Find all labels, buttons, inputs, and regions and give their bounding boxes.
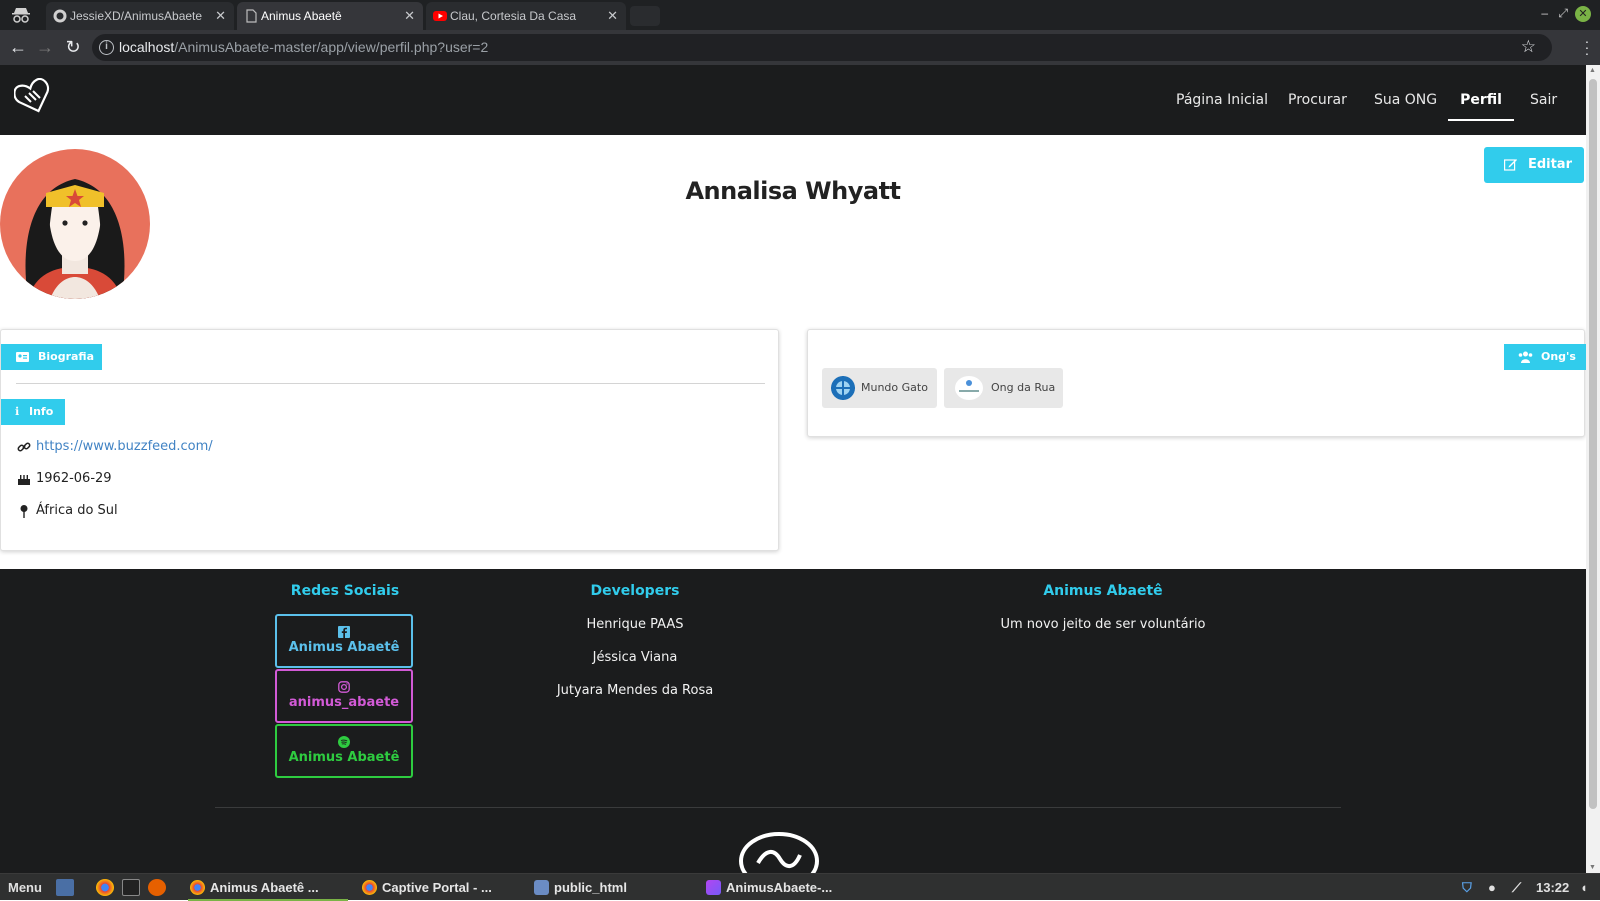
edit-icon — [1504, 159, 1517, 171]
nav-search[interactable]: Procurar — [1288, 65, 1347, 135]
page-viewport: Página Inicial Procurar Sua ONG Perfil S… — [0, 65, 1586, 873]
close-icon[interactable]: ✕ — [404, 2, 415, 30]
scrollbar-thumb[interactable] — [1589, 79, 1597, 809]
window-close-button[interactable]: ✕ — [1575, 6, 1591, 22]
minimize-icon[interactable]: – — [1541, 6, 1548, 20]
birthday-cake-icon — [18, 475, 30, 485]
scroll-down-arrow-icon[interactable]: ▼ — [1589, 864, 1596, 871]
chrome-launcher-icon[interactable] — [96, 879, 114, 896]
folder-icon — [534, 880, 549, 895]
reload-icon[interactable]: ↻ — [62, 36, 84, 58]
nav-logout[interactable]: Sair — [1530, 65, 1557, 135]
taskbar-window[interactable]: Captive Portal - ... — [360, 874, 520, 901]
taskbar-window[interactable]: AnimusAbaete-... — [704, 874, 864, 901]
site-footer: Redes Sociais Animus Abaetê animus_abaet… — [0, 569, 1586, 873]
show-desktop-icon[interactable] — [56, 879, 74, 896]
nav-profile[interactable]: Perfil — [1448, 65, 1514, 121]
page-scrollbar[interactable]: ▲ ▼ — [1586, 65, 1600, 873]
scroll-up-arrow-icon[interactable]: ▲ — [1589, 67, 1596, 74]
id-card-icon — [16, 352, 29, 362]
phpstorm-icon — [706, 880, 721, 895]
website-link[interactable]: https://www.buzzfeed.com/ — [36, 438, 213, 456]
info-ribbon: ℹ Info — [1, 399, 65, 425]
site-navbar: Página Inicial Procurar Sua ONG Perfil S… — [0, 65, 1586, 135]
tab-github[interactable]: JessieXD/AnimusAbaete ✕ — [46, 2, 234, 30]
tab-youtube[interactable]: Clau, Cortesia Da Casa ✕ — [426, 2, 626, 30]
ong-da-rua-logo — [955, 376, 983, 400]
wonder-woman-avatar-image — [25, 179, 125, 299]
about-heading: Animus Abaetê — [1043, 583, 1163, 599]
github-icon — [53, 9, 67, 23]
restore-icon[interactable]: ⤢ — [1558, 6, 1568, 21]
close-icon[interactable]: ✕ — [215, 2, 226, 30]
start-menu-button[interactable]: Menu — [8, 874, 42, 901]
network-icon[interactable]: ⟋ — [1512, 874, 1521, 901]
developer-name: Jutyara Mendes da Rosa — [556, 683, 714, 698]
facebook-icon — [338, 626, 350, 638]
youtube-icon — [433, 11, 447, 21]
url-text[interactable]: localhost/AnimusAbaete-master/app/view/p… — [119, 34, 488, 61]
footer-logo — [739, 832, 819, 873]
profile-name: Annalisa Whyatt — [685, 177, 901, 205]
back-arrow-icon[interactable]: ← — [7, 36, 29, 58]
ong-chip-ong-da-rua[interactable]: Ong da Rua — [944, 368, 1063, 408]
link-icon — [17, 442, 31, 452]
incognito-icon — [12, 8, 30, 23]
site-info-icon[interactable]: i — [99, 40, 114, 55]
taskbar-window[interactable]: public_html — [532, 874, 692, 901]
developer-name: Jéssica Viana — [592, 650, 678, 665]
avatar — [0, 149, 150, 299]
bio-card: Biografia ℹ Info https://www.buzzfeed.co… — [0, 329, 779, 551]
social-instagram-button[interactable]: animus_abaete — [275, 669, 413, 723]
instagram-icon — [338, 681, 350, 693]
nav-your-ong[interactable]: Sua ONG — [1374, 65, 1437, 135]
browser-tab-bar: JessieXD/AnimusAbaete ✕ Animus Abaetê ✕ … — [0, 0, 1600, 30]
firefox-launcher-icon[interactable] — [148, 879, 166, 896]
edit-button-label: Editar — [1527, 157, 1572, 172]
browser-menu-icon[interactable]: · · · — [1584, 34, 1590, 60]
map-pin-icon — [20, 505, 28, 518]
volume-icon[interactable]: ◖ — [1580, 874, 1588, 901]
ongs-ribbon: Ong's — [1504, 344, 1586, 370]
spotify-icon — [338, 736, 350, 748]
browser-toolbar: ← → ↻ i localhost/AnimusAbaete-master/ap… — [0, 30, 1600, 65]
tab-animus-abaete[interactable]: Animus Abaetê ✕ — [237, 2, 423, 30]
page-icon — [246, 9, 257, 23]
developers-heading: Developers — [590, 583, 680, 599]
edit-profile-button[interactable]: Editar — [1484, 147, 1584, 183]
info-icon: ℹ — [15, 405, 20, 418]
shield-icon[interactable]: ⛉ — [1462, 874, 1472, 901]
users-icon — [1518, 351, 1533, 363]
bookmark-star-icon[interactable]: ☆ — [1521, 37, 1536, 57]
birthdate-value: 1962-06-29 — [36, 471, 112, 486]
ongs-card: Ong's Mundo Gato Ong da Rua — [807, 329, 1586, 437]
ong-chip-mundo-gato[interactable]: Mundo Gato — [822, 368, 937, 408]
nav-home[interactable]: Página Inicial — [1176, 65, 1268, 135]
developer-name: Henrique PAAS — [586, 617, 684, 632]
address-bar[interactable]: i localhost/AnimusAbaete-master/app/view… — [92, 34, 1552, 61]
location-value: África do Sul — [36, 503, 118, 518]
divider — [16, 383, 765, 384]
user-icon[interactable]: ● — [1488, 874, 1496, 901]
social-heading: Redes Sociais — [290, 583, 400, 599]
chrome-icon — [190, 880, 205, 895]
social-facebook-button[interactable]: Animus Abaetê — [275, 614, 413, 668]
clock[interactable]: 13:22 — [1536, 874, 1569, 901]
bio-ribbon: Biografia — [1, 344, 102, 370]
os-taskbar: Menu Animus Abaetê ... Captive Portal - … — [0, 873, 1600, 901]
terminal-launcher-icon[interactable] — [122, 879, 140, 896]
tab-label: Animus Abaetê — [261, 9, 342, 23]
tab-label: Clau, Cortesia Da Casa — [450, 9, 577, 23]
tagline: Um novo jeito de ser voluntário — [1000, 617, 1206, 632]
tab-label: JessieXD/AnimusAbaete — [70, 9, 203, 23]
mundo-gato-logo — [831, 376, 855, 400]
social-spotify-button[interactable]: Animus Abaetê — [275, 724, 413, 778]
footer-divider — [215, 807, 1341, 808]
handshake-heart-logo[interactable] — [14, 78, 52, 114]
taskbar-window[interactable]: Animus Abaetê ... — [188, 874, 348, 901]
new-tab-button[interactable] — [630, 6, 660, 26]
forward-arrow-icon[interactable]: → — [34, 36, 56, 58]
chrome-icon — [362, 880, 377, 895]
close-icon[interactable]: ✕ — [607, 2, 618, 30]
